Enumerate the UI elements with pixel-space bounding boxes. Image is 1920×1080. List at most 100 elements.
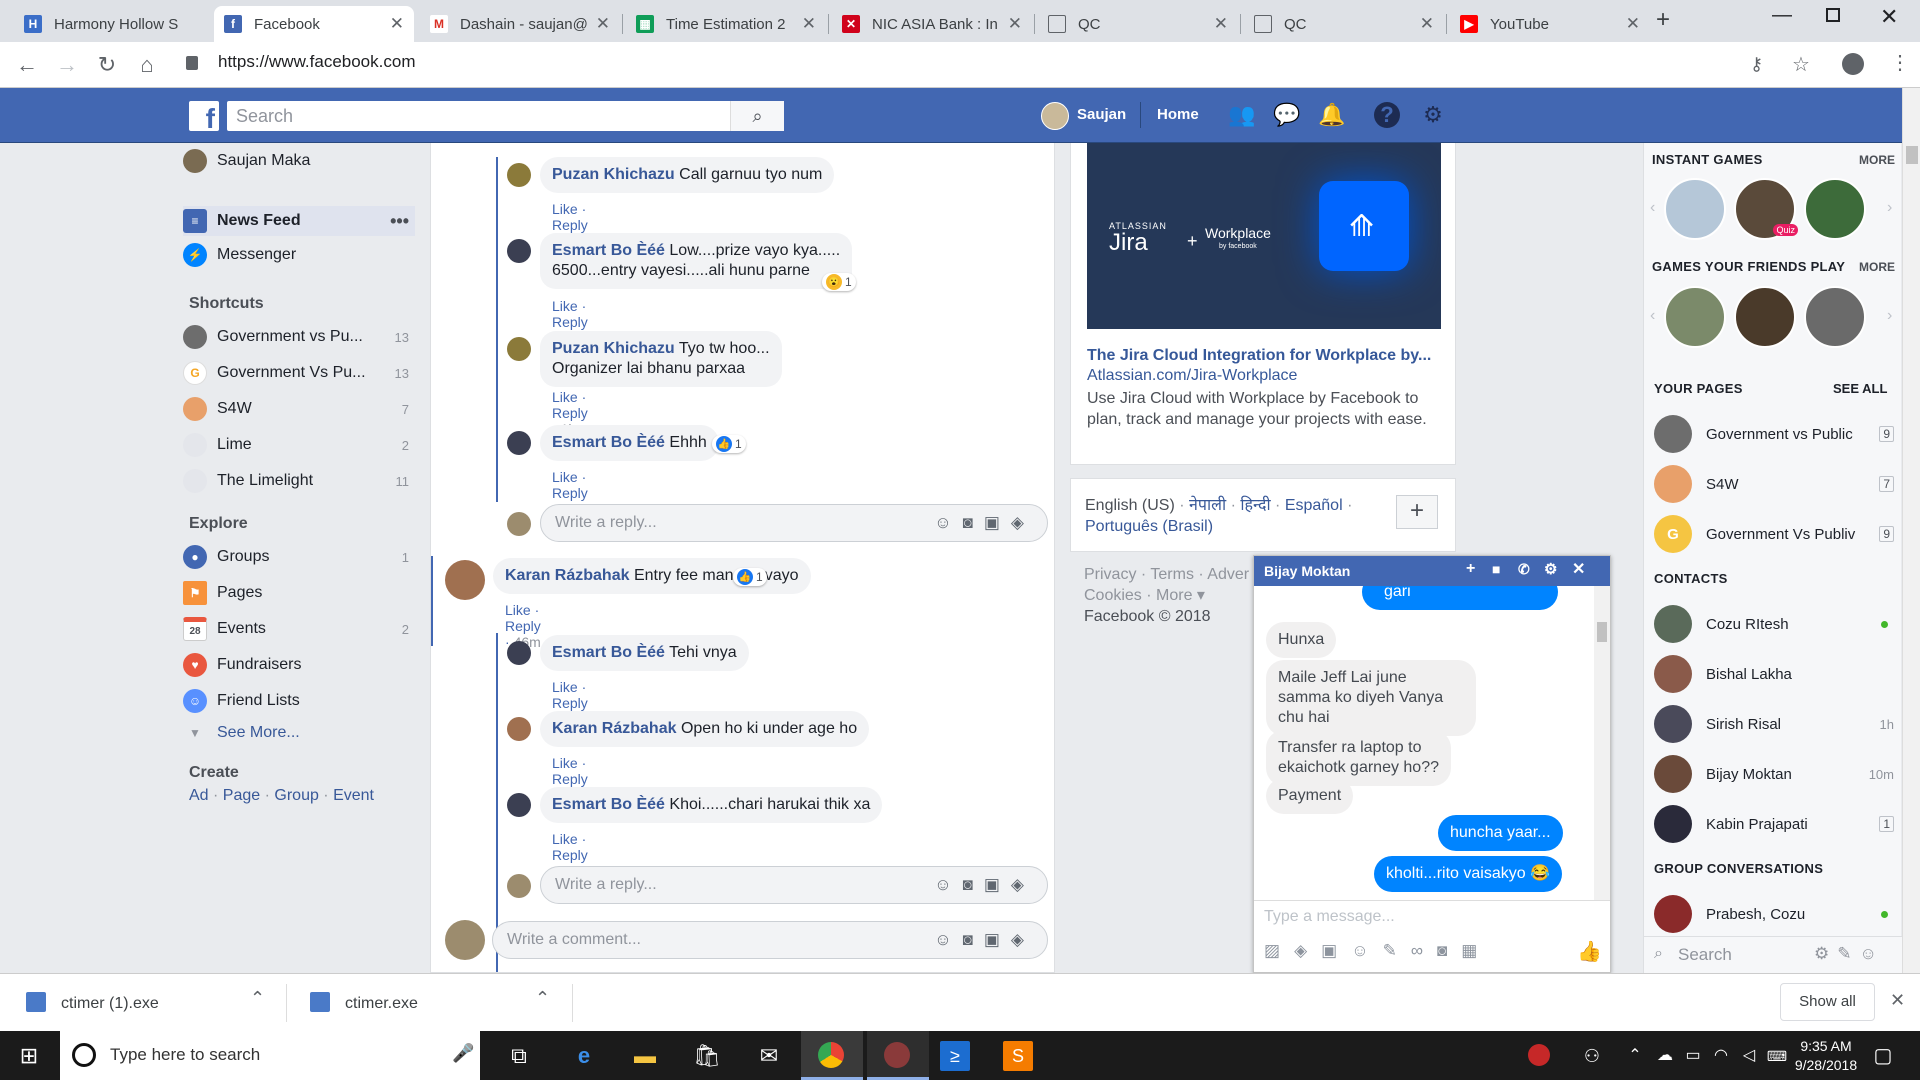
close-tab-icon[interactable]: ✕ (390, 14, 404, 34)
more-options-icon[interactable]: ••• (390, 211, 415, 232)
reaction-count[interactable]: 👍 1 (712, 435, 746, 453)
close-tab-icon[interactable]: ✕ (1008, 14, 1022, 34)
comment-author[interactable]: Esmart Bo Èéé (552, 796, 665, 813)
avatar[interactable] (507, 717, 531, 741)
close-tab-icon[interactable]: ✕ (596, 14, 610, 34)
comment-author[interactable]: Puzan Khichazu (552, 166, 675, 183)
sidebar-profile[interactable]: Saujan Maka (183, 146, 415, 176)
avatar[interactable] (1041, 102, 1069, 130)
chevron-left-icon[interactable]: ‹ (1650, 199, 1655, 217)
video-call-icon[interactable]: ■ (1492, 561, 1500, 577)
comment-author[interactable]: Karan Rázbahak (505, 567, 630, 584)
compose-icon[interactable]: ✎ (1837, 944, 1859, 963)
emoji-icon[interactable]: ☺ (934, 513, 962, 532)
page-item[interactable]: S4W 7 (1654, 464, 1894, 504)
create-group-link[interactable]: Group (274, 787, 318, 804)
chat-settings-icon[interactable]: ⚙ (1544, 560, 1557, 578)
reaction-count[interactable]: 👍 1 (733, 568, 767, 586)
language-link[interactable]: Português (Brasil) (1085, 518, 1213, 535)
reply-link[interactable]: Reply (552, 771, 588, 787)
game-thumbnail[interactable] (1804, 286, 1866, 348)
gif-icon[interactable]: ▣ (984, 930, 1011, 949)
sidebar-item-shortcut[interactable]: The Limelight 11 (183, 466, 415, 496)
reply-link[interactable]: Reply (552, 485, 588, 501)
tab-nic-asia[interactable]: ✕ NIC ASIA Bank : In ✕ (832, 6, 1032, 42)
like-link[interactable]: Like (552, 755, 578, 771)
sticker-icon[interactable]: ◈ (1011, 875, 1035, 894)
taskbar-search-box[interactable]: Type here to search 🎤 (60, 1031, 480, 1080)
task-view-icon[interactable]: ⧉ (502, 1039, 536, 1073)
footer-link[interactable]: Cookies (1084, 587, 1142, 604)
avatar[interactable] (507, 431, 531, 455)
game-thumbnail[interactable] (1734, 286, 1796, 348)
comment-author[interactable]: Esmart Bo Èéé (552, 434, 665, 451)
sidebar-item-news-feed[interactable]: ≡ News Feed ••• (183, 206, 415, 236)
footer-link[interactable]: Terms (1150, 566, 1194, 583)
close-tab-icon[interactable]: ✕ (1626, 14, 1640, 34)
reply-input[interactable]: Write a reply... ☺◙▣◈ (540, 866, 1048, 904)
url-field[interactable] (180, 52, 1880, 78)
sidebar-item-shortcut[interactable]: S4W 7 (183, 394, 415, 424)
emoji-icon[interactable]: ☺ (1351, 941, 1382, 960)
page-item[interactable]: G Government Vs Publiv 9 (1654, 514, 1894, 554)
sidebar-item-shortcut[interactable]: Government vs Pu... 13 (183, 322, 415, 352)
message-input[interactable]: Type a message... (1264, 908, 1395, 926)
like-link[interactable]: Like (552, 469, 578, 485)
close-download-bar-icon[interactable]: ✕ (1890, 990, 1905, 1011)
game-icon[interactable]: ▦ (1461, 941, 1491, 960)
messenger-icon[interactable]: 💬 (1273, 102, 1300, 128)
avatar[interactable] (507, 239, 531, 263)
sidebar-item-events[interactable]: 28 Events 2 (183, 614, 415, 644)
attachment-icon[interactable]: ✎ (1383, 941, 1411, 960)
add-friends-icon[interactable]: ☺ (1860, 944, 1885, 963)
footer-link[interactable]: Privacy (1084, 566, 1136, 583)
gif-icon[interactable]: ▣ (984, 875, 1011, 894)
contact-item[interactable]: Cozu RItesh (1654, 604, 1894, 644)
group-conversation-item[interactable]: Prabesh, Cozu (1654, 894, 1894, 934)
sidebar-item-friend-lists[interactable]: ☺ Friend Lists (183, 686, 415, 716)
windows-start-icon[interactable]: ⊞ (12, 1039, 46, 1073)
chevron-right-icon[interactable]: › (1887, 307, 1892, 325)
ad-image[interactable]: ATLASSIAN Jira + Workplace by facebook ⟰ (1087, 143, 1441, 329)
reply-link[interactable]: Reply (552, 695, 588, 711)
show-hidden-icons-chevron[interactable]: ⌃ (1618, 1039, 1652, 1073)
chat-scrollbar[interactable] (1594, 586, 1610, 900)
edge-icon[interactable]: e (567, 1039, 601, 1073)
contact-item[interactable]: Kabin Prajapati 1 (1654, 804, 1894, 844)
close-tab-icon[interactable]: ✕ (1420, 14, 1434, 34)
camera-icon[interactable]: ◙ (963, 513, 984, 532)
store-icon[interactable]: 🛍 (690, 1039, 724, 1073)
reply-input[interactable]: Write a reply... ☺◙▣◈ (540, 504, 1048, 542)
settings-icon[interactable]: ⚙ (1814, 944, 1837, 963)
like-link[interactable]: Like (552, 201, 578, 217)
close-tab-icon[interactable]: ✕ (1214, 14, 1228, 34)
tab-youtube[interactable]: ▶ YouTube ✕ (1450, 6, 1650, 42)
add-person-icon[interactable]: + (1466, 560, 1475, 578)
sidebar-item-pages[interactable]: ⚑ Pages (183, 578, 415, 608)
link-icon[interactable]: ∞ (1411, 941, 1437, 960)
close-chat-icon[interactable]: ✕ (1572, 559, 1585, 579)
camera-icon[interactable]: ◙ (963, 930, 984, 949)
tray-app-icon[interactable] (1528, 1044, 1550, 1066)
profile-icon[interactable] (1842, 53, 1864, 75)
sticker-icon[interactable]: ◈ (1011, 513, 1035, 532)
ad-domain[interactable]: Atlassian.com/Jira-Workplace (1087, 367, 1297, 385)
maximize-icon[interactable] (1826, 8, 1840, 22)
language-link[interactable]: नेपाली (1189, 497, 1226, 514)
emoji-icon[interactable]: ☺ (934, 930, 962, 949)
avatar[interactable] (507, 641, 531, 665)
chevron-left-icon[interactable]: ‹ (1650, 307, 1655, 325)
create-page-link[interactable]: Page (223, 787, 260, 804)
like-link[interactable]: Like (505, 602, 531, 618)
see-more-link[interactable]: ▼ See More... (183, 718, 415, 748)
game-thumbnail[interactable]: Quiz (1734, 178, 1798, 240)
back-icon[interactable]: ← (12, 50, 42, 80)
facebook-search-input[interactable]: Search (227, 101, 784, 131)
tab-gmail[interactable]: M Dashain - saujan@ ✕ (420, 6, 620, 42)
clock[interactable]: 9:35 AM 9/28/2018 (1786, 1037, 1866, 1075)
reply-link[interactable]: Reply (552, 217, 588, 233)
page-scrollbar[interactable] (1902, 88, 1920, 973)
reply-link[interactable]: Reply (552, 314, 588, 330)
tab-qc-1[interactable]: QC ✕ (1038, 6, 1238, 42)
download-item-name[interactable]: ctimer.exe (345, 995, 418, 1013)
